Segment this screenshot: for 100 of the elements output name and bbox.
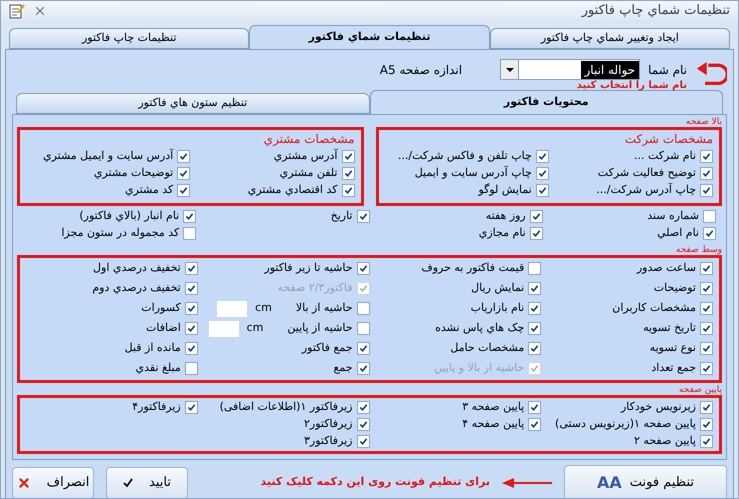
dropdown-button[interactable] <box>501 60 520 79</box>
group-title: مشخصات شرکت <box>624 130 713 148</box>
checkbox[interactable] <box>342 150 354 162</box>
checkbox-label: روز هفته <box>486 208 526 224</box>
checkbox[interactable] <box>536 150 549 162</box>
checkbox[interactable] <box>700 342 713 355</box>
check-icon <box>123 478 134 488</box>
checkbox[interactable] <box>177 166 190 180</box>
annotation-text: نام شما را انتخاب کنید <box>576 78 687 92</box>
checkbox[interactable] <box>528 322 542 335</box>
checkbox-label: کد مجموله در ستون مجزا <box>61 224 180 241</box>
checkbox-label: نوع تسویه <box>650 340 696 356</box>
checkbox[interactable] <box>700 418 713 430</box>
name-combobox[interactable]: حواله انبار <box>500 59 640 80</box>
checkbox-label: حاشیه از پایین <box>287 320 352 336</box>
checkbox[interactable] <box>528 418 542 430</box>
checkbox-label: نام انبار (بالاي فاکتور) <box>79 208 180 224</box>
checkbox[interactable] <box>700 282 713 295</box>
checkbox[interactable] <box>177 150 190 162</box>
checkbox-label: زیرفاکتور۴ <box>132 398 181 415</box>
checkbox-label: آدرس مشتري <box>274 148 338 164</box>
checkbox[interactable] <box>356 434 370 448</box>
checkbox-label: زیرنویس خودکار <box>620 398 696 415</box>
checkbox-label: نمایش ریال <box>471 280 524 296</box>
checkbox[interactable] <box>700 362 713 375</box>
checkbox-label: چاپ آدرس شرکت/... <box>596 182 696 198</box>
checkbox[interactable] <box>356 322 370 335</box>
ok-button[interactable]: تایید <box>106 466 188 498</box>
tab[interactable]: تنظیمات چاپ فاکتور <box>9 28 250 48</box>
annotation-text: برای تنظیم فونت روی این دکمه کلیک کنید <box>260 474 490 490</box>
checkbox[interactable] <box>342 184 354 196</box>
checkbox[interactable] <box>184 362 198 375</box>
checkbox[interactable] <box>184 400 198 414</box>
checkbox[interactable] <box>700 184 713 196</box>
checkbox-label: حاشیه از بالا و پایین <box>434 360 524 376</box>
tab[interactable]: ایجاد وتغییر شماي چاپ فاکتور <box>490 28 730 48</box>
checkbox[interactable] <box>700 434 713 448</box>
checkbox[interactable] <box>184 262 198 275</box>
checkbox[interactable] <box>356 418 370 430</box>
section-title: وسط صفحه <box>674 244 722 254</box>
checkbox[interactable] <box>356 342 370 355</box>
margin-input[interactable] <box>217 300 248 316</box>
checkbox[interactable] <box>356 302 370 315</box>
checkbox-label: تخفیف درصدي اول <box>93 260 181 276</box>
checkbox[interactable] <box>528 302 542 315</box>
checkbox[interactable] <box>536 166 549 180</box>
checkbox-label: نمایش لوگو <box>478 182 532 198</box>
checkbox[interactable] <box>183 210 196 222</box>
checkbox-label: توضیحات <box>654 280 696 296</box>
checkbox[interactable] <box>184 302 198 315</box>
checkbox-label: حاشیه تا زیر فاکتور <box>264 260 352 276</box>
arrow-icon <box>502 478 552 488</box>
checkbox[interactable] <box>530 226 543 240</box>
unit-label: cm <box>255 300 272 316</box>
checkbox[interactable] <box>703 210 716 222</box>
tab[interactable]: تنظیم ستون هاي فاکتور <box>16 92 370 114</box>
checkbox[interactable] <box>356 362 370 375</box>
checkbox[interactable] <box>356 210 370 222</box>
checkbox[interactable] <box>528 282 542 295</box>
section-title: بالا صفحه <box>684 116 722 126</box>
checkbox-label: تخفیف درصدي دوم <box>92 280 181 296</box>
checkbox[interactable] <box>184 282 198 295</box>
checkbox[interactable] <box>528 262 542 275</box>
caret-icon <box>506 68 514 72</box>
cancel-button[interactable]: انصراف <box>12 466 94 498</box>
checkbox[interactable] <box>184 322 198 335</box>
checkbox[interactable] <box>700 322 713 335</box>
checkbox-label: مبلغ نقدي <box>136 360 181 376</box>
font-icon: AA <box>597 470 622 494</box>
checkbox[interactable] <box>183 226 196 240</box>
checkbox[interactable] <box>184 342 198 355</box>
checkbox[interactable] <box>700 262 713 275</box>
checkbox-label: شماره سند <box>647 208 699 224</box>
field-label: نام شما <box>648 62 687 78</box>
checkbox[interactable] <box>700 150 713 162</box>
tab[interactable]: محتویات فاکتور <box>370 90 723 114</box>
checkbox-label: چاپ تلفن و فاکس شرکت/... <box>398 148 532 164</box>
checkbox[interactable] <box>356 400 370 414</box>
checkbox-label: نام شرکت ... <box>634 148 696 164</box>
checkbox-label: فاکتور۲/۳ صفحه <box>277 280 352 296</box>
checkbox-label: نام اصلي <box>657 224 699 241</box>
checkbox-label: ساعت صدور <box>636 260 696 276</box>
checkbox[interactable] <box>356 262 370 275</box>
checkbox[interactable] <box>700 302 713 315</box>
checkbox[interactable] <box>528 400 542 414</box>
page-size-label: اندازه صفحه A5 <box>380 62 462 78</box>
checkbox-label: قیمت فاکتور به حروف <box>421 260 524 276</box>
checkbox-label: تاریخ <box>330 208 352 224</box>
checkbox[interactable] <box>528 342 542 355</box>
tab[interactable]: تنظیمات شماي فاکتور <box>249 24 490 50</box>
checkbox[interactable] <box>700 400 713 414</box>
notepad-icon <box>9 2 25 19</box>
checkbox[interactable] <box>342 166 354 180</box>
checkbox[interactable] <box>700 166 713 180</box>
margin-input[interactable] <box>208 320 239 336</box>
checkbox[interactable] <box>703 226 716 240</box>
checkbox[interactable] <box>536 184 549 196</box>
checkbox[interactable] <box>177 184 190 196</box>
checkbox[interactable] <box>530 210 543 222</box>
checkbox-label: پایین صفحه ۱(زیرنویس دستی) <box>555 416 696 432</box>
